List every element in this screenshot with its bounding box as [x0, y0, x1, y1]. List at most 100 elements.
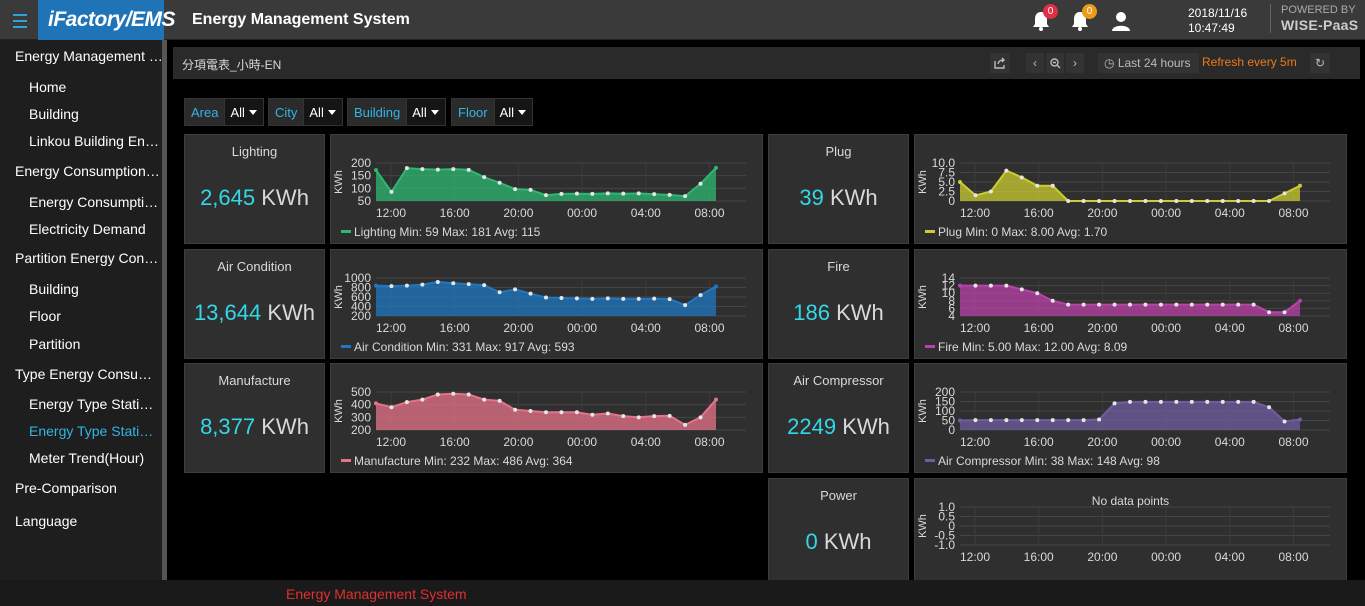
- sidebar-item[interactable]: Energy Consumptio...: [29, 194, 159, 210]
- data-point[interactable]: [1267, 199, 1272, 203]
- data-point[interactable]: [1158, 399, 1163, 404]
- sidebar-item[interactable]: Energy Type Statisti...: [29, 396, 159, 412]
- data-point[interactable]: [513, 187, 518, 192]
- filter-city-select[interactable]: All: [304, 98, 343, 126]
- data-point[interactable]: [466, 282, 471, 287]
- data-point[interactable]: [988, 189, 993, 194]
- sidebar-item[interactable]: Type Energy Consump...: [15, 366, 163, 382]
- sidebar-item[interactable]: Floor: [29, 308, 159, 324]
- data-point[interactable]: [451, 281, 456, 286]
- data-point[interactable]: [973, 418, 978, 423]
- data-point[interactable]: [1019, 287, 1024, 292]
- data-point[interactable]: [1220, 302, 1225, 307]
- data-point[interactable]: [605, 411, 610, 416]
- data-point[interactable]: [667, 413, 672, 418]
- data-point[interactable]: [1081, 302, 1086, 307]
- data-point[interactable]: [544, 295, 548, 300]
- air-compressor-stat-panel[interactable]: Air Compressor 2249 KWh: [768, 363, 909, 473]
- data-point[interactable]: [1236, 399, 1241, 404]
- data-point[interactable]: [574, 191, 579, 196]
- data-point[interactable]: [958, 283, 962, 288]
- data-point[interactable]: [420, 282, 425, 287]
- notification-bell-icon[interactable]: 0: [1069, 4, 1097, 32]
- data-point[interactable]: [466, 392, 471, 397]
- data-point[interactable]: [1050, 298, 1055, 303]
- data-point[interactable]: [435, 167, 440, 172]
- data-point[interactable]: [404, 166, 409, 171]
- data-point[interactable]: [1189, 199, 1194, 203]
- data-point[interactable]: [389, 405, 394, 410]
- zoom-out-icon[interactable]: [1045, 52, 1065, 74]
- data-point[interactable]: [1251, 399, 1256, 404]
- data-point[interactable]: [1019, 418, 1024, 423]
- data-point[interactable]: [404, 400, 409, 405]
- sidebar-item[interactable]: Language: [15, 513, 163, 529]
- filter-city[interactable]: City All: [268, 98, 343, 126]
- data-point[interactable]: [1298, 417, 1302, 422]
- data-point[interactable]: [1004, 168, 1009, 173]
- data-point[interactable]: [1267, 310, 1272, 315]
- data-point[interactable]: [683, 303, 688, 308]
- refresh-interval-button[interactable]: Refresh every 5m: [1199, 52, 1305, 74]
- data-point[interactable]: [590, 412, 595, 417]
- data-point[interactable]: [574, 410, 579, 415]
- time-forward-icon[interactable]: ›: [1065, 52, 1085, 74]
- data-point[interactable]: [544, 410, 548, 415]
- user-icon[interactable]: [1110, 10, 1132, 32]
- data-point[interactable]: [420, 397, 425, 402]
- sidebar-item[interactable]: Energy Type Statisti...: [29, 423, 159, 439]
- data-point[interactable]: [497, 398, 502, 403]
- data-point[interactable]: [559, 191, 564, 196]
- data-point[interactable]: [451, 391, 456, 396]
- manufacture-stat-panel[interactable]: Manufacture 8,377 KWh: [184, 363, 325, 473]
- data-point[interactable]: [1004, 418, 1009, 423]
- data-point[interactable]: [1112, 401, 1117, 406]
- data-point[interactable]: [374, 283, 378, 288]
- air-compressor-chart-panel[interactable]: KWh 200 150 100 50 0 12:00 16:00 20:00 00:00 04:00…: [914, 363, 1347, 473]
- data-point[interactable]: [1189, 302, 1194, 307]
- sidebar-item[interactable]: Building: [29, 106, 159, 122]
- data-point[interactable]: [590, 296, 595, 301]
- sidebar-item[interactable]: Electricity Demand: [29, 221, 159, 237]
- data-point[interactable]: [574, 296, 579, 301]
- fire-chart-panel[interactable]: KWh 14 12 10 8 6 4 12:00 16:00 20:00 00:00 04:00 08:…: [914, 249, 1347, 359]
- data-point[interactable]: [1143, 302, 1148, 307]
- data-point[interactable]: [528, 409, 533, 413]
- data-point[interactable]: [1128, 199, 1132, 203]
- data-point[interactable]: [1143, 399, 1148, 404]
- time-back-icon[interactable]: ‹: [1025, 52, 1045, 74]
- app-logo[interactable]: iFactory/EMS: [38, 0, 176, 40]
- data-point[interactable]: [1035, 418, 1040, 423]
- data-point[interactable]: [652, 296, 657, 301]
- data-point[interactable]: [1174, 199, 1179, 203]
- data-point[interactable]: [1298, 183, 1302, 188]
- data-point[interactable]: [698, 181, 703, 186]
- data-point[interactable]: [636, 296, 641, 301]
- data-point[interactable]: [1205, 199, 1210, 203]
- data-point[interactable]: [714, 165, 718, 170]
- data-point[interactable]: [374, 168, 378, 173]
- chart-legend[interactable]: Air Compressor Min: 38 Max: 148 Avg: 98: [925, 454, 1160, 468]
- data-point[interactable]: [621, 296, 626, 301]
- data-point[interactable]: [652, 192, 657, 197]
- time-picker-button[interactable]: ◷ Last 24 hours: [1097, 52, 1207, 74]
- data-point[interactable]: [528, 187, 533, 192]
- air-condition-stat-panel[interactable]: Air Condition 13,644 KWh: [184, 249, 325, 359]
- data-point[interactable]: [1097, 199, 1102, 203]
- data-point[interactable]: [621, 414, 626, 419]
- data-point[interactable]: [466, 167, 471, 172]
- chart-legend[interactable]: Lighting Min: 59 Max: 181 Avg: 115: [341, 225, 540, 239]
- data-point[interactable]: [1236, 302, 1241, 307]
- data-point[interactable]: [497, 290, 502, 295]
- sidebar-item[interactable]: Energy Management S...: [15, 48, 163, 64]
- data-point[interactable]: [389, 284, 394, 289]
- data-point[interactable]: [435, 392, 440, 397]
- data-point[interactable]: [482, 175, 487, 180]
- data-point[interactable]: [1097, 302, 1102, 307]
- data-point[interactable]: [404, 283, 409, 288]
- data-point[interactable]: [559, 295, 564, 300]
- data-point[interactable]: [544, 193, 548, 198]
- data-point[interactable]: [1066, 302, 1071, 307]
- data-point[interactable]: [451, 167, 456, 172]
- data-point[interactable]: [636, 415, 641, 420]
